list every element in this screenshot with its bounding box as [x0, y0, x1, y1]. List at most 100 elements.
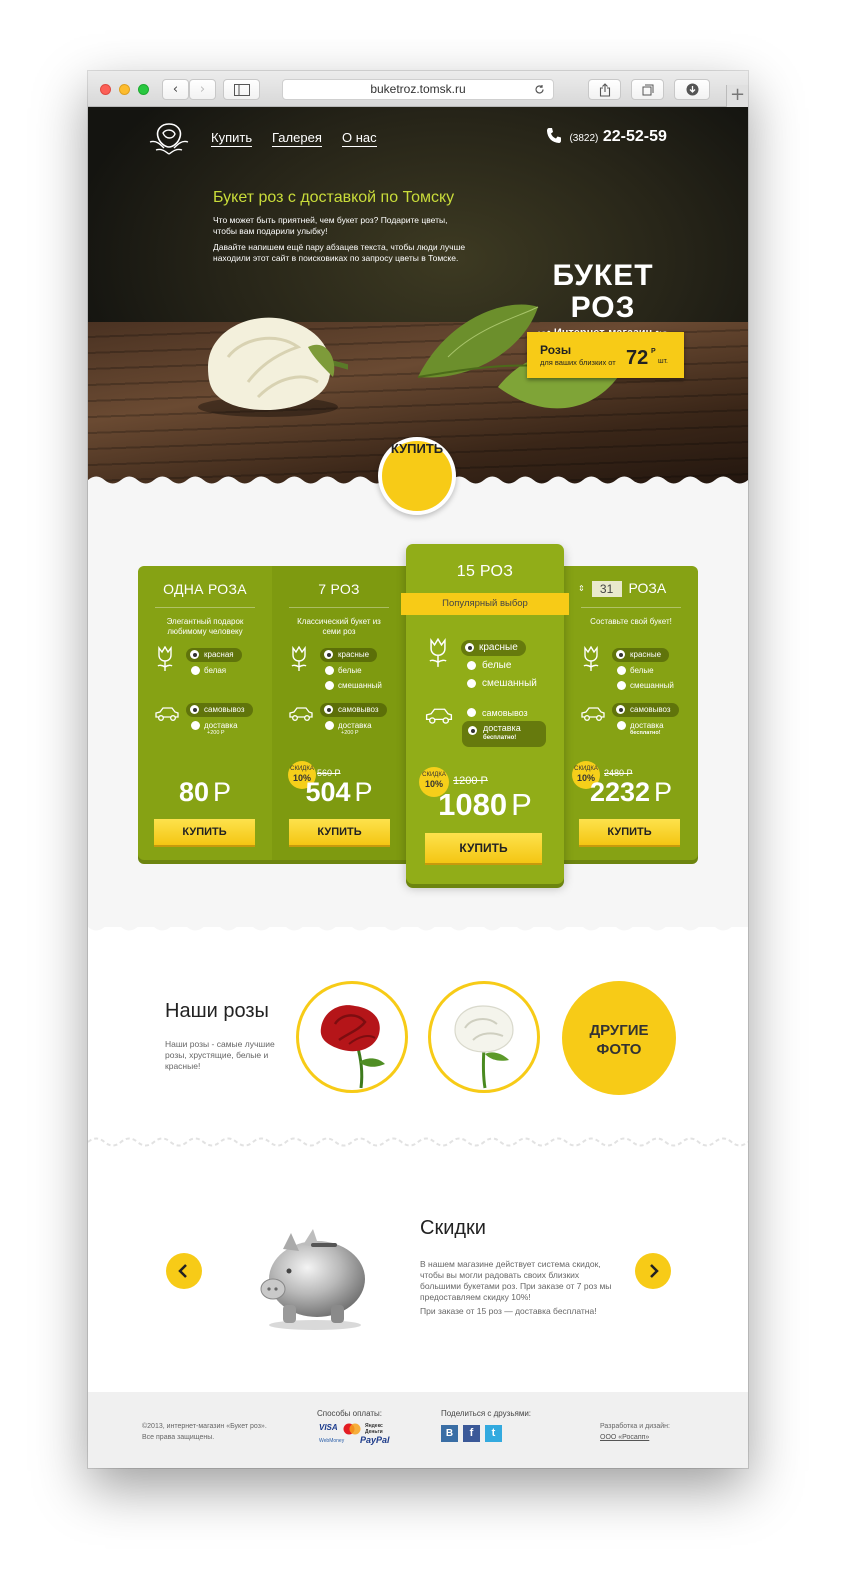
car-icon	[289, 707, 313, 721]
radio-icon	[467, 679, 476, 688]
color-option-red[interactable]: красные	[612, 648, 670, 662]
minimize-window-button[interactable]	[119, 84, 130, 95]
vk-share-button[interactable]: В	[441, 1425, 458, 1442]
price-value: 80	[178, 777, 210, 807]
hero-buy-button[interactable]: КУПИТЬ	[378, 437, 456, 515]
color-option-red[interactable]: красная	[186, 648, 242, 662]
brand-block: БУКЕТ РОЗ ∽• Интернет-магазин •∽	[518, 259, 688, 340]
card-divider	[155, 607, 255, 608]
radio-icon	[465, 643, 474, 652]
phone-code: (3822)	[569, 133, 599, 144]
card-title: 15 РОЗ	[456, 563, 514, 580]
developer-link[interactable]: ООО «Росапп»	[600, 1433, 649, 1443]
card-divider	[581, 607, 681, 608]
white-rose-image	[454, 1005, 514, 1089]
visa-logo: VISA	[319, 1423, 338, 1432]
payments-title: Способы оплаты:	[317, 1409, 383, 1418]
nav-link-about[interactable]: О нас	[342, 130, 377, 147]
price-currency: Р	[511, 787, 532, 822]
quantity-stepper-icon[interactable]: ⇕	[578, 584, 585, 593]
card-price: 80 Р	[138, 777, 272, 808]
browser-window: ‹ › buketroz.tomsk.ru + Купить Галерея О…	[88, 71, 748, 1468]
delivery-option-pickup[interactable]: самовывоз	[320, 703, 387, 717]
card-price: 1080 Р	[406, 787, 564, 823]
color-option-white[interactable]: белые	[325, 664, 362, 678]
radio-icon	[616, 705, 625, 714]
color-option-mixed[interactable]: смешанный	[617, 679, 674, 693]
buy-button[interactable]: КУПИТЬ	[425, 833, 542, 863]
radio-icon	[191, 721, 200, 730]
tabs-button[interactable]	[631, 79, 664, 100]
quantity-input[interactable]: 31	[591, 581, 622, 597]
radio-icon	[190, 650, 199, 659]
buy-button[interactable]: КУПИТЬ	[289, 819, 390, 845]
buy-button[interactable]: КУПИТЬ	[579, 819, 680, 845]
radio-icon	[617, 681, 626, 690]
maximize-window-button[interactable]	[138, 84, 149, 95]
phone-number[interactable]: (3822) 22-52-59	[546, 127, 667, 146]
yandex-money-logo: Яндекс Деньги	[365, 1423, 383, 1435]
reload-icon[interactable]	[534, 84, 545, 95]
delivery-option-pickup[interactable]: самовывоз	[612, 703, 679, 717]
color-option-white[interactable]: белая	[191, 664, 226, 678]
chevron-right-icon: ›	[199, 82, 206, 97]
white-rose-photo[interactable]	[428, 981, 540, 1093]
more-photos-button[interactable]: ДРУГИЕ ФОТО	[562, 981, 676, 1095]
facebook-share-button[interactable]: f	[463, 1425, 480, 1442]
delivery-option-pickup[interactable]: самовывоз	[186, 703, 253, 717]
discount-label: СКИДКА	[574, 766, 598, 772]
paypal-logo: PayPal	[360, 1435, 390, 1445]
card-title: ОДНА РОЗА	[163, 581, 247, 597]
back-button[interactable]: ‹	[162, 79, 189, 100]
delivery-option-courier[interactable]: доставка бесплатно!	[462, 721, 546, 747]
color-option-mixed[interactable]: смешанный	[325, 679, 382, 693]
address-bar[interactable]: buketroz.tomsk.ru	[282, 79, 554, 100]
chevron-left-icon	[178, 1264, 187, 1278]
brand-title: БУКЕТ РОЗ	[552, 259, 654, 324]
tulip-icon	[429, 638, 447, 667]
delivery-option-pickup[interactable]: самовывоз	[467, 705, 528, 721]
red-rose-photo[interactable]	[296, 981, 408, 1093]
hero-paragraph-1: Что может быть приятней, чем букет роз? …	[213, 215, 448, 236]
color-option-mixed[interactable]: смешанный	[467, 676, 537, 692]
rose-logo-icon[interactable]	[146, 120, 192, 156]
discounts-title: Скидки	[420, 1217, 486, 1239]
sidebar-toggle-button[interactable]	[223, 79, 260, 100]
close-window-button[interactable]	[100, 84, 111, 95]
price-value: 1080	[438, 787, 508, 822]
address-bar-url: buketroz.tomsk.ru	[370, 82, 466, 96]
plus-icon: +	[729, 84, 746, 105]
card-description: Классический букет из семи роз	[297, 617, 381, 636]
more-photos-label: ДРУГИЕ ФОТО	[589, 1022, 649, 1058]
site-footer: ©2013, интернет-магазин «Букет роз». Все…	[88, 1392, 748, 1468]
nav-link-buy[interactable]: Купить	[211, 130, 253, 147]
promo-title: Розы	[540, 343, 572, 357]
new-tab-button[interactable]: +	[726, 85, 748, 107]
next-slide-button[interactable]	[635, 1253, 671, 1289]
hero-section: Купить Галерея О нас (3822) 22-52-59 Бук…	[88, 107, 748, 487]
phone-icon	[547, 128, 561, 143]
prev-slide-button[interactable]	[166, 1253, 202, 1289]
color-option-red[interactable]: красные	[461, 640, 526, 656]
downloads-button[interactable]	[674, 79, 710, 100]
buy-button[interactable]: КУПИТЬ	[154, 819, 255, 845]
option-label: красные	[338, 650, 370, 659]
popular-ribbon: Популярный выбор	[401, 593, 569, 615]
promo-price-badge: Розы для ваших близких от 72 Р шт.	[527, 332, 684, 378]
radio-icon	[617, 666, 626, 675]
hero-heading: Букет роз с доставкой по Томску	[213, 189, 455, 206]
card-description: Составьте свой букет!	[590, 617, 672, 626]
option-label: самовывоз	[338, 705, 379, 714]
color-option-red[interactable]: красные	[320, 648, 378, 662]
promo-subtitle: для ваших близких от	[540, 358, 616, 367]
share-icon	[599, 83, 610, 97]
twitter-share-button[interactable]: t	[485, 1425, 502, 1442]
nav-link-gallery[interactable]: Галерея	[272, 130, 322, 147]
color-option-white[interactable]: белые	[467, 658, 511, 674]
share-button[interactable]	[588, 79, 621, 100]
forward-button[interactable]: ›	[189, 79, 216, 100]
color-option-white[interactable]: белые	[617, 664, 654, 678]
mastercard-icon	[343, 1423, 361, 1435]
discounts-free-delivery: При заказе от 15 роз — доставка бесплатн…	[420, 1306, 597, 1316]
card-price: 2232 Р	[564, 777, 698, 808]
